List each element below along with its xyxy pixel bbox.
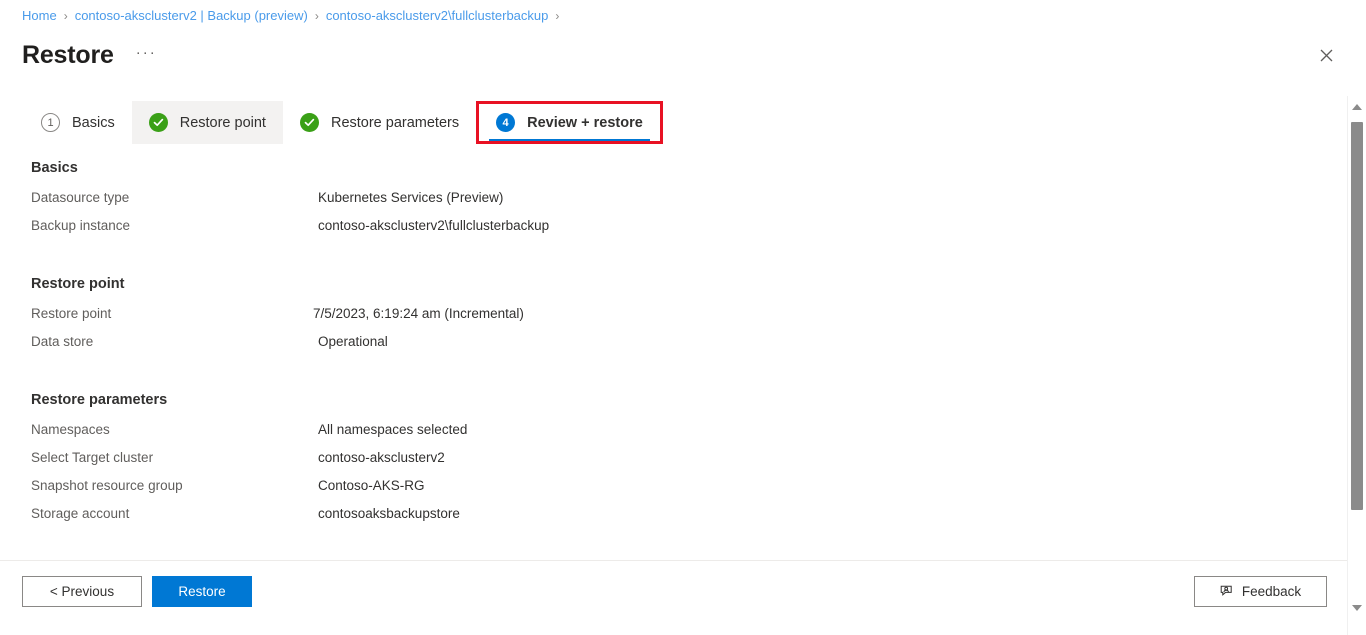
restore-button[interactable]: Restore [152, 576, 252, 607]
previous-button[interactable]: < Previous [22, 576, 142, 607]
section-title: Basics [31, 160, 1348, 176]
close-button[interactable] [1313, 42, 1339, 68]
tab-basics[interactable]: 1 Basics [24, 101, 132, 144]
feedback-button[interactable]: Feedback [1194, 576, 1327, 607]
scroll-down-icon[interactable] [1348, 599, 1366, 617]
row-key: Data store [31, 334, 318, 349]
row-value: Operational [318, 334, 388, 349]
tab-restore-point[interactable]: Restore point [132, 101, 283, 144]
feedback-label: Feedback [1242, 584, 1301, 599]
breadcrumb-separator-icon: › [315, 7, 319, 25]
step-number-icon: 1 [41, 113, 60, 132]
row-key: Backup instance [31, 218, 318, 233]
wizard-tabs: 1 Basics Restore point Restore parameter… [24, 101, 663, 144]
breadcrumb-item-home[interactable]: Home [22, 7, 57, 25]
tab-label: Restore parameters [331, 115, 459, 131]
row-storage-account: Storage account contosoaksbackupstore [31, 506, 1348, 534]
tab-label: Basics [72, 115, 115, 131]
row-key: Namespaces [31, 422, 318, 437]
breadcrumb-separator-icon: › [64, 7, 68, 25]
tab-label: Review + restore [527, 115, 643, 131]
scrollbar-thumb[interactable] [1351, 122, 1363, 510]
section-restore-point: Restore point Restore point 7/5/2023, 6:… [0, 276, 1348, 362]
section-basics: Basics Datasource type Kubernetes Servic… [0, 160, 1348, 246]
active-tab-indicator [489, 139, 650, 141]
row-value: contosoaksbackupstore [318, 506, 460, 521]
row-namespaces: Namespaces All namespaces selected [31, 422, 1348, 450]
feedback-icon [1220, 585, 1235, 599]
title-row: Restore ··· [22, 40, 157, 70]
more-options-button[interactable]: ··· [136, 45, 157, 65]
row-value: contoso-aksclusterv2 [318, 450, 445, 465]
row-key: Select Target cluster [31, 450, 318, 465]
section-title: Restore parameters [31, 392, 1348, 408]
step-number-icon: 4 [496, 113, 515, 132]
close-icon [1320, 49, 1333, 62]
row-value: contoso-aksclusterv2\fullclusterbackup [318, 218, 549, 233]
row-snapshot-resource-group: Snapshot resource group Contoso-AKS-RG [31, 478, 1348, 506]
row-key: Snapshot resource group [31, 478, 318, 493]
scroll-up-icon[interactable] [1348, 98, 1366, 116]
row-key: Restore point [31, 306, 313, 321]
row-key: Storage account [31, 506, 318, 521]
row-restore-point: Restore point 7/5/2023, 6:19:24 am (Incr… [31, 306, 1348, 334]
row-data-store: Data store Operational [31, 334, 1348, 362]
breadcrumb-item-backup-instance[interactable]: contoso-aksclusterv2\fullclusterbackup [326, 7, 549, 25]
row-key: Datasource type [31, 190, 318, 205]
breadcrumb: Home › contoso-aksclusterv2 | Backup (pr… [22, 7, 566, 25]
row-target-cluster: Select Target cluster contoso-akscluster… [31, 450, 1348, 478]
check-circle-icon [300, 113, 319, 132]
row-value: Contoso-AKS-RG [318, 478, 425, 493]
tab-review-restore[interactable]: 4 Review + restore [476, 101, 663, 144]
breadcrumb-item-backup[interactable]: contoso-aksclusterv2 | Backup (preview) [75, 7, 308, 25]
section-title: Restore point [31, 276, 1348, 292]
row-value: Kubernetes Services (Preview) [318, 190, 503, 205]
review-content: Basics Datasource type Kubernetes Servic… [0, 160, 1348, 560]
section-restore-parameters: Restore parameters Namespaces All namesp… [0, 392, 1348, 534]
breadcrumb-separator-icon: › [555, 7, 559, 25]
row-backup-instance: Backup instance contoso-aksclusterv2\ful… [31, 218, 1348, 246]
row-value: All namespaces selected [318, 422, 467, 437]
check-circle-icon [149, 113, 168, 132]
tab-label: Restore point [180, 115, 266, 131]
tab-restore-parameters[interactable]: Restore parameters [283, 101, 476, 144]
page-title: Restore [22, 40, 114, 70]
row-datasource-type: Datasource type Kubernetes Services (Pre… [31, 190, 1348, 218]
footer-bar: < Previous Restore Feedback [0, 561, 1348, 635]
row-value: 7/5/2023, 6:19:24 am (Incremental) [313, 306, 524, 321]
vertical-scrollbar[interactable] [1347, 96, 1366, 635]
